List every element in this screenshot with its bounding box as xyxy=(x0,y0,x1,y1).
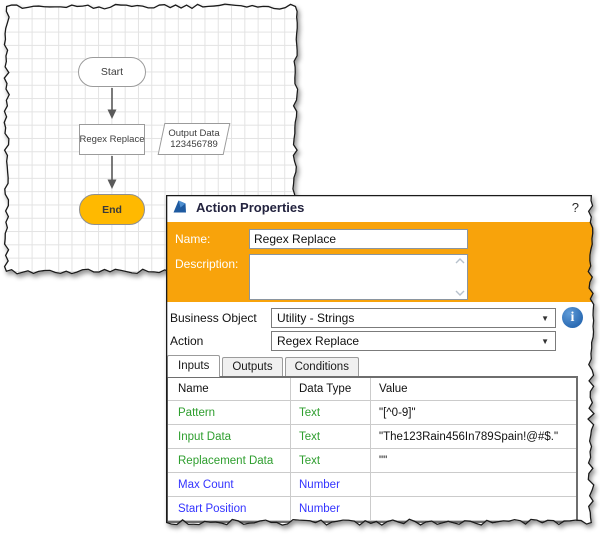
tab-outputs[interactable]: Outputs xyxy=(222,357,283,376)
flow-node-regex-replace[interactable]: Regex Replace xyxy=(79,124,145,155)
column-header-name[interactable]: Name xyxy=(168,378,291,400)
param-name: Start Position xyxy=(168,497,291,520)
info-icon[interactable]: i xyxy=(562,307,583,328)
inputs-table: Name Data Type Value Pattern Text "[^0-9… xyxy=(166,376,578,523)
param-name: Max Count xyxy=(168,473,291,496)
column-header-value[interactable]: Value xyxy=(371,378,576,400)
param-value[interactable]: "The123Rain456In789Spain!@#$." xyxy=(371,425,576,448)
param-name: Pattern xyxy=(168,401,291,424)
blueprism-logo-icon xyxy=(173,200,186,213)
tab-conditions[interactable]: Conditions xyxy=(284,357,359,376)
table-row: Max Count Number xyxy=(168,473,576,497)
table-row: Input Data Text "The123Rain456In789Spain… xyxy=(168,425,576,449)
selector-section: Business Object Utility - Strings ▼ i Ac… xyxy=(166,302,595,352)
dialog-titlebar: Action Properties ? xyxy=(166,195,595,222)
screenshot-canvas: Start Regex Replace Output Data 12345678… xyxy=(0,0,600,534)
table-row: Start Position Number xyxy=(168,497,576,521)
param-data-type: Number xyxy=(291,497,371,520)
table-row: Pattern Text "[^0-9]" xyxy=(168,401,576,425)
description-label: Description: xyxy=(175,257,239,271)
name-input[interactable] xyxy=(249,229,468,249)
tab-inputs[interactable]: Inputs xyxy=(167,355,221,377)
name-label: Name: xyxy=(175,232,211,246)
help-button[interactable]: ? xyxy=(566,200,585,215)
chevron-down-icon: ▼ xyxy=(541,336,549,346)
param-value[interactable] xyxy=(371,497,576,520)
dialog-header-section: Name: Description: xyxy=(166,222,595,302)
param-data-type: Text xyxy=(291,425,371,448)
action-value: Regex Replace xyxy=(277,334,360,348)
data-item-name: Output Data xyxy=(168,128,220,139)
column-header-data-type[interactable]: Data Type xyxy=(291,378,371,400)
param-data-type: Text xyxy=(291,449,371,472)
param-value[interactable] xyxy=(371,473,576,496)
scroll-down-icon[interactable] xyxy=(455,290,465,296)
param-value[interactable]: "" xyxy=(371,449,576,472)
flow-data-item[interactable]: Output Data 123456789 xyxy=(157,123,231,155)
action-label: Action xyxy=(170,334,204,348)
tab-bar: Inputs Outputs Conditions xyxy=(166,352,595,377)
business-object-value: Utility - Strings xyxy=(277,311,355,325)
param-value[interactable]: "[^0-9]" xyxy=(371,401,576,424)
flow-node-start[interactable]: Start xyxy=(78,57,146,87)
chevron-down-icon: ▼ xyxy=(541,313,549,323)
dialog-title: Action Properties xyxy=(196,199,305,215)
table-header-row: Name Data Type Value xyxy=(168,378,576,401)
data-item-value: 123456789 xyxy=(170,139,218,150)
description-input[interactable] xyxy=(250,255,467,299)
scroll-up-icon[interactable] xyxy=(455,258,465,264)
param-data-type: Number xyxy=(291,473,371,496)
action-dropdown[interactable]: Regex Replace ▼ xyxy=(271,331,556,351)
arrow-down-icon xyxy=(107,156,117,189)
action-properties-dialog: Action Properties ? Name: Description: xyxy=(163,192,595,526)
param-name: Input Data xyxy=(168,425,291,448)
business-object-dropdown[interactable]: Utility - Strings ▼ xyxy=(271,308,556,328)
table-row: Replacement Data Text "" xyxy=(168,449,576,473)
arrow-down-icon xyxy=(107,88,117,119)
flow-node-end[interactable]: End xyxy=(79,194,145,225)
param-name: Replacement Data xyxy=(168,449,291,472)
param-data-type: Text xyxy=(291,401,371,424)
business-object-label: Business Object xyxy=(170,311,257,325)
